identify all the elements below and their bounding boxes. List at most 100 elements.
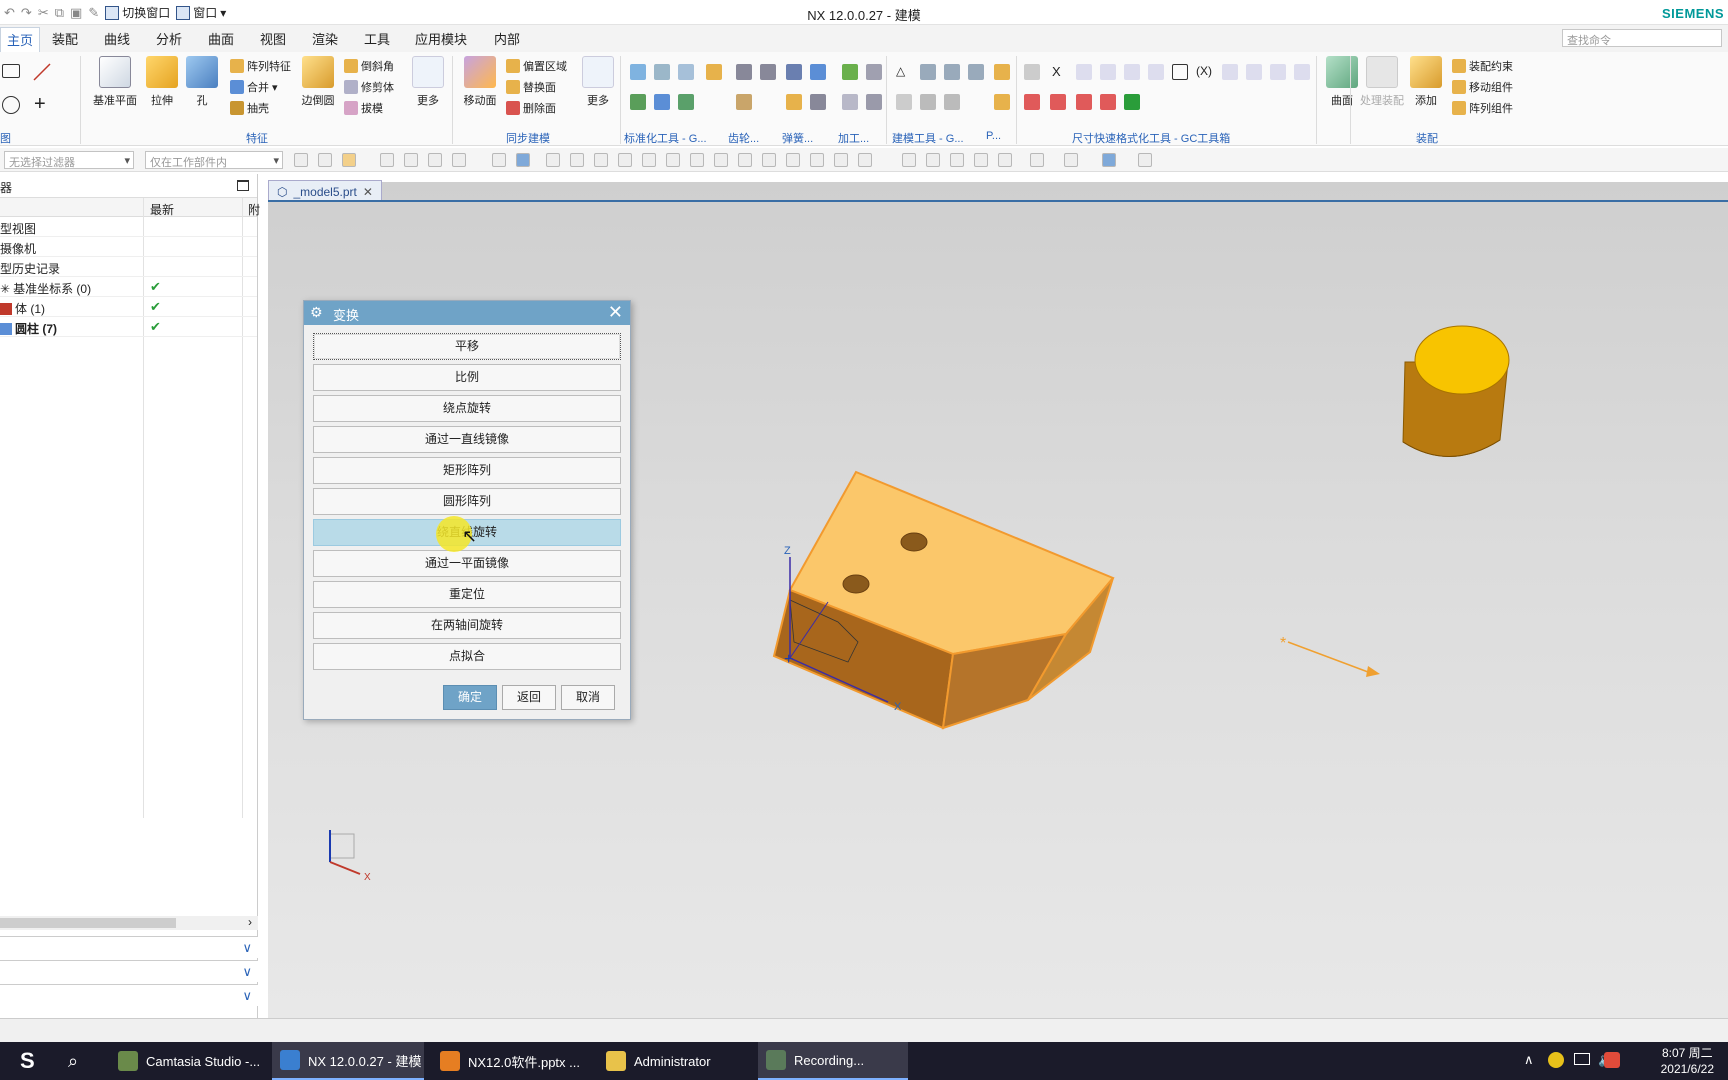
tab-curve[interactable]: 曲线	[104, 29, 130, 48]
dim-tool-icon[interactable]	[1294, 64, 1310, 80]
type-filter-select[interactable]: 无选择过滤器	[4, 151, 134, 169]
snap-point-icon[interactable]	[810, 153, 824, 167]
snap-point-icon[interactable]	[666, 153, 680, 167]
close-tab-icon[interactable]: ✕	[363, 185, 373, 199]
tree-row-body[interactable]: 体 (1) ✔	[0, 297, 257, 317]
machining-tool-icon[interactable]	[866, 64, 882, 80]
dim-tool-icon[interactable]	[1246, 64, 1262, 80]
filter-tool-icon[interactable]	[342, 153, 356, 167]
filter-tool-icon[interactable]	[404, 153, 418, 167]
line-icon[interactable]	[32, 62, 51, 81]
dim-tool-icon[interactable]	[1124, 94, 1140, 110]
filter-tool-icon[interactable]	[428, 153, 442, 167]
filter-tool-icon[interactable]	[294, 153, 308, 167]
view-tool-icon[interactable]	[950, 153, 964, 167]
assembly-constraint-button[interactable]: 装配约束	[1452, 58, 1513, 74]
dim-tool-icon[interactable]: X	[1052, 64, 1068, 80]
selection-scope-select[interactable]: 仅在工作部件内	[145, 151, 283, 169]
option-translate[interactable]: 平移	[313, 333, 621, 360]
taskbar-item-nx[interactable]: NX 12.0.0.27 - 建模	[272, 1042, 424, 1080]
snap-point-icon[interactable]	[618, 153, 632, 167]
scrollbar-thumb[interactable]	[0, 918, 176, 928]
details-panel[interactable]: ∨	[0, 960, 258, 982]
view-tool-icon[interactable]	[902, 153, 916, 167]
hole-button[interactable]: 孔	[178, 56, 226, 108]
snap-point-icon[interactable]	[762, 153, 776, 167]
tree-row-model-views[interactable]: 型视图	[0, 217, 257, 237]
document-tab[interactable]: ⬡ _model5.prt ✕	[268, 180, 382, 202]
machining-tool-icon[interactable]	[866, 94, 882, 110]
cylinder-body[interactable]	[1402, 325, 1510, 457]
tab-applications[interactable]: 应用模块	[415, 29, 467, 48]
snap-point-icon[interactable]	[642, 153, 656, 167]
dim-tool-icon[interactable]	[1172, 64, 1188, 80]
gear-tool-icon[interactable]	[736, 94, 752, 110]
dependencies-panel[interactable]: ∨	[0, 936, 258, 958]
snap-point-icon[interactable]	[594, 153, 608, 167]
search-button[interactable]: ⌕	[60, 1042, 96, 1080]
snap-point-icon[interactable]	[786, 153, 800, 167]
dim-tool-icon[interactable]	[1050, 94, 1066, 110]
option-mirror-through-plane[interactable]: 通过一平面镜像	[313, 550, 621, 577]
p-tool-icon[interactable]	[994, 94, 1010, 110]
taskbar-item-camtasia[interactable]: Camtasia Studio -...	[110, 1042, 270, 1080]
view-tool-icon[interactable]	[974, 153, 988, 167]
tab-assembly[interactable]: 装配	[52, 29, 78, 48]
view-tool-icon[interactable]	[998, 153, 1012, 167]
dim-tool-icon[interactable]	[1024, 64, 1040, 80]
tray-app-icon[interactable]	[1548, 1052, 1564, 1068]
view-tool-icon[interactable]	[1064, 153, 1078, 167]
taskbar-item-administrator[interactable]: Administrator	[598, 1042, 748, 1080]
gear-tool-icon[interactable]	[760, 64, 776, 80]
dim-tool-icon[interactable]	[1222, 64, 1238, 80]
chamfer-button[interactable]: 倒斜角	[344, 58, 394, 74]
snap-point-icon[interactable]	[714, 153, 728, 167]
tree-row-cameras[interactable]: 摄像机	[0, 237, 257, 257]
filter-tool-icon[interactable]	[452, 153, 466, 167]
preview-panel[interactable]: ∨	[0, 984, 258, 1006]
more-sync-button[interactable]: 更多	[574, 56, 622, 108]
ok-button[interactable]: 确定	[443, 685, 497, 710]
block-body[interactable]	[772, 470, 1115, 730]
scroll-right-icon[interactable]: ›	[248, 915, 252, 929]
std-tool-icon[interactable]	[678, 94, 694, 110]
dim-tool-icon[interactable]	[1124, 64, 1140, 80]
modeling-tool-icon[interactable]	[920, 94, 936, 110]
more-features-button[interactable]: 更多	[404, 56, 452, 108]
tray-chevron-icon[interactable]: ∧	[1524, 1052, 1534, 1068]
horizontal-scrollbar[interactable]: ›	[0, 915, 258, 930]
modeling-tool-icon[interactable]	[944, 94, 960, 110]
std-tool-icon[interactable]	[630, 64, 646, 80]
tab-view[interactable]: 视图	[260, 29, 286, 48]
modeling-tool-icon[interactable]	[896, 94, 912, 110]
dim-tool-icon[interactable]	[1100, 94, 1116, 110]
gear-tool-icon[interactable]	[736, 64, 752, 80]
trim-body-button[interactable]: 修剪体	[344, 79, 394, 95]
pattern-component-button[interactable]: 阵列组件	[1452, 100, 1513, 116]
std-tool-icon[interactable]	[654, 94, 670, 110]
machining-tool-icon[interactable]	[842, 64, 858, 80]
draft-button[interactable]: 拔模	[344, 100, 383, 116]
tab-internal[interactable]: 内部	[494, 29, 520, 48]
rectangle-icon[interactable]	[2, 64, 20, 78]
network-icon[interactable]	[1574, 1053, 1590, 1065]
option-mirror-through-line[interactable]: 通过一直线镜像	[313, 426, 621, 453]
spring-tool-icon[interactable]	[810, 94, 826, 110]
pattern-feature-button[interactable]: 阵列特征	[230, 58, 291, 74]
tab-tools[interactable]: 工具	[364, 29, 390, 48]
move-component-button[interactable]: 移动组件	[1452, 79, 1513, 95]
maximize-icon[interactable]	[237, 180, 249, 191]
filter-tool-icon[interactable]	[318, 153, 332, 167]
tab-analysis[interactable]: 分析	[156, 29, 182, 48]
option-rotate-about-point[interactable]: 绕点旋转	[313, 395, 621, 422]
dim-tool-icon[interactable]	[1024, 94, 1040, 110]
column-latest[interactable]: 最新	[150, 201, 174, 218]
tree-row-cylinder[interactable]: 圆柱 (7) ✔	[0, 317, 257, 337]
option-reposition[interactable]: 重定位	[313, 581, 621, 608]
cancel-button[interactable]: 取消	[561, 685, 615, 710]
gear-icon[interactable]: ⚙	[310, 304, 323, 321]
option-circular-array[interactable]: 圆形阵列	[313, 488, 621, 515]
dim-tool-icon[interactable]: (X)	[1196, 64, 1212, 80]
process-assembly-button[interactable]: 处理装配	[1356, 56, 1408, 108]
add-component-button[interactable]: 添加	[1402, 56, 1450, 108]
